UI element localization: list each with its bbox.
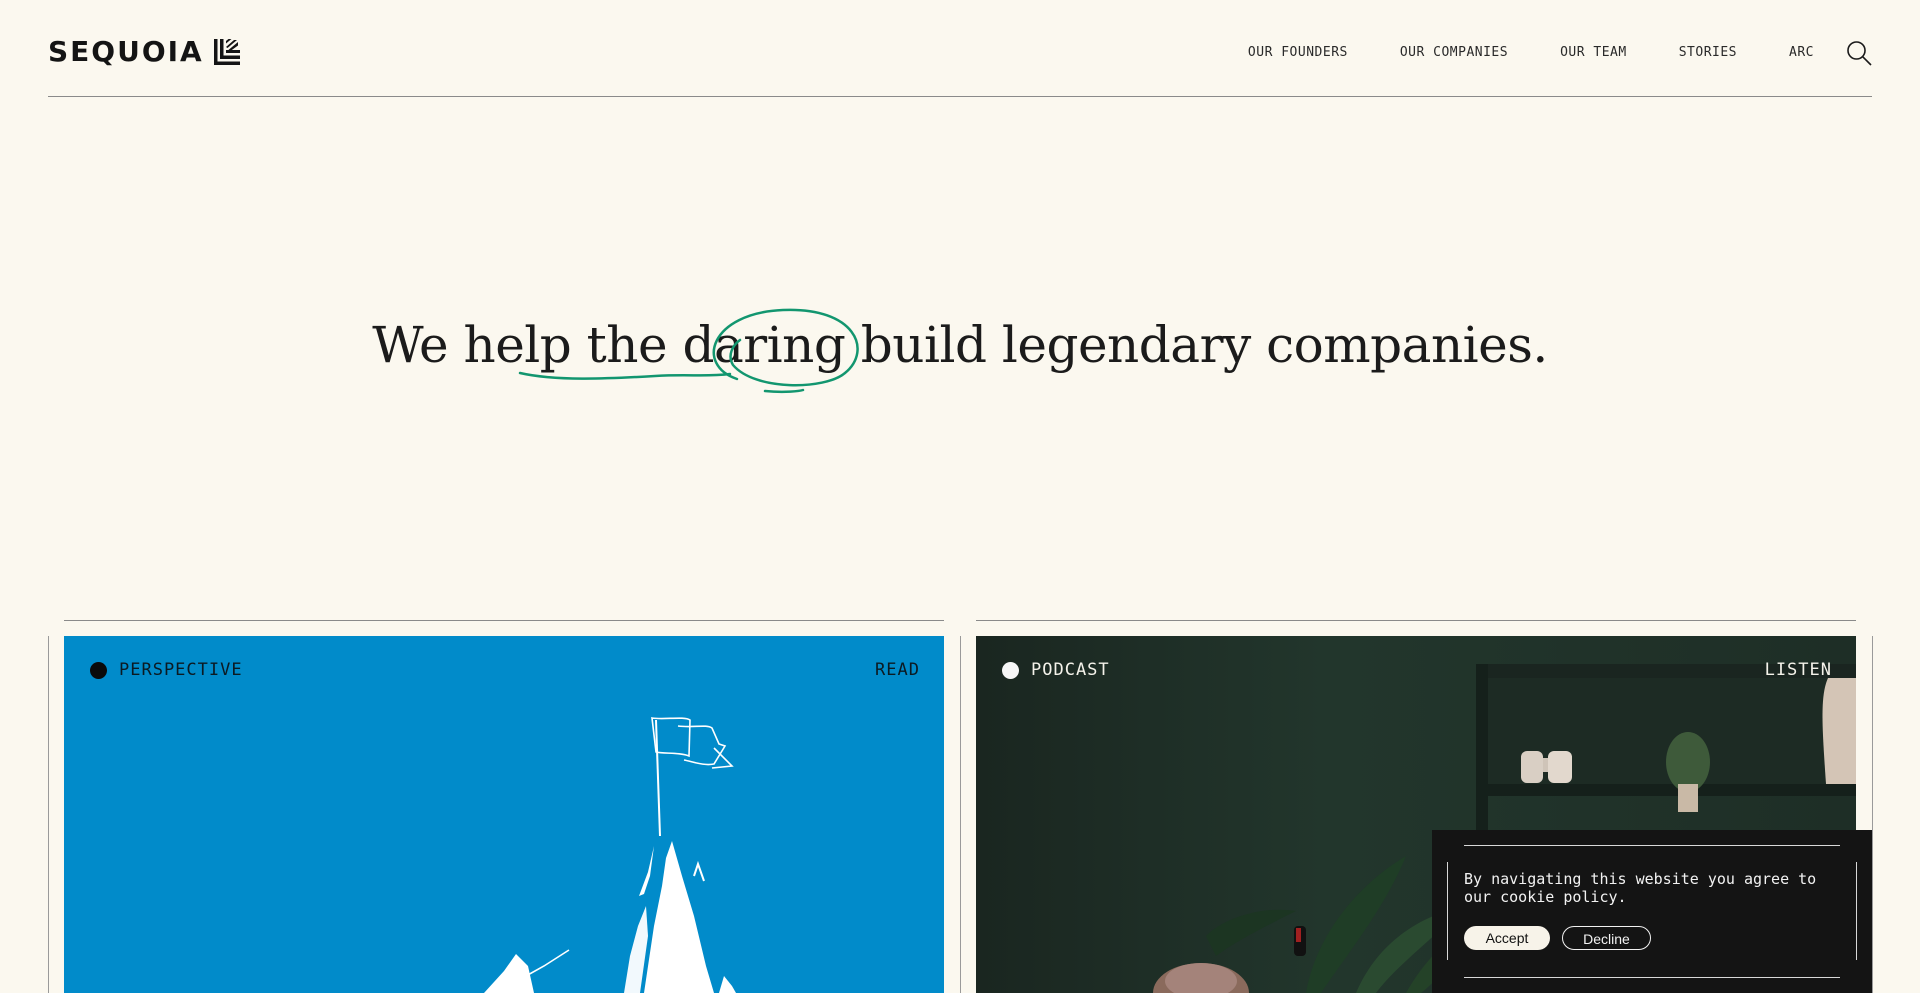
frame-line-middle	[960, 636, 961, 993]
cookie-divider	[1856, 862, 1857, 960]
decline-button[interactable]: Decline	[1562, 926, 1651, 950]
nav-our-companies[interactable]: OUR COMPANIES	[1400, 45, 1508, 61]
nav-stories[interactable]: STORIES	[1679, 45, 1737, 61]
accept-button[interactable]: Accept	[1464, 926, 1550, 950]
site-header: SEQUOIA OUR FOUNDERS OUR COMPANIES OUR T…	[48, 0, 1872, 97]
logo-text: SEQUOIA	[48, 35, 204, 68]
card-divider	[64, 620, 944, 621]
read-link[interactable]: READ	[875, 660, 920, 680]
frame-line-right	[1872, 636, 1873, 993]
sequoia-logo[interactable]: SEQUOIA	[48, 38, 240, 66]
search-icon[interactable]	[1846, 40, 1872, 66]
logo-mark-icon	[213, 39, 240, 65]
bullet-dot-icon	[1002, 661, 1019, 679]
main-nav: OUR FOUNDERS OUR COMPANIES OUR TEAM STOR…	[1248, 45, 1814, 61]
card-tag-label: PODCAST	[1031, 660, 1110, 680]
mountain-flag-illustration	[484, 717, 736, 993]
listen-link[interactable]: LISTEN	[1765, 660, 1832, 680]
nav-our-team[interactable]: OUR TEAM	[1560, 45, 1627, 61]
nav-arc[interactable]: ARC	[1789, 45, 1814, 61]
cookie-divider	[1464, 845, 1840, 846]
nav-our-founders[interactable]: OUR FOUNDERS	[1248, 45, 1348, 61]
hero-scribble-decoration	[518, 308, 859, 394]
cookie-divider	[1447, 862, 1448, 960]
frame-line-left	[48, 636, 49, 993]
card-tag: PERSPECTIVE	[90, 660, 243, 680]
perspective-card[interactable]: PERSPECTIVE READ	[64, 636, 944, 993]
cookie-divider	[1464, 977, 1840, 978]
cookie-banner: By navigating this website you agree to …	[1432, 830, 1872, 993]
bullet-dot-icon	[90, 661, 107, 679]
card-tag-label: PERSPECTIVE	[119, 660, 243, 680]
cookie-message: By navigating this website you agree to …	[1464, 870, 1817, 906]
card-tag: PODCAST	[1002, 660, 1110, 680]
card-divider	[976, 620, 1856, 621]
hero-section: We help the daring build legendary compa…	[0, 300, 1920, 390]
